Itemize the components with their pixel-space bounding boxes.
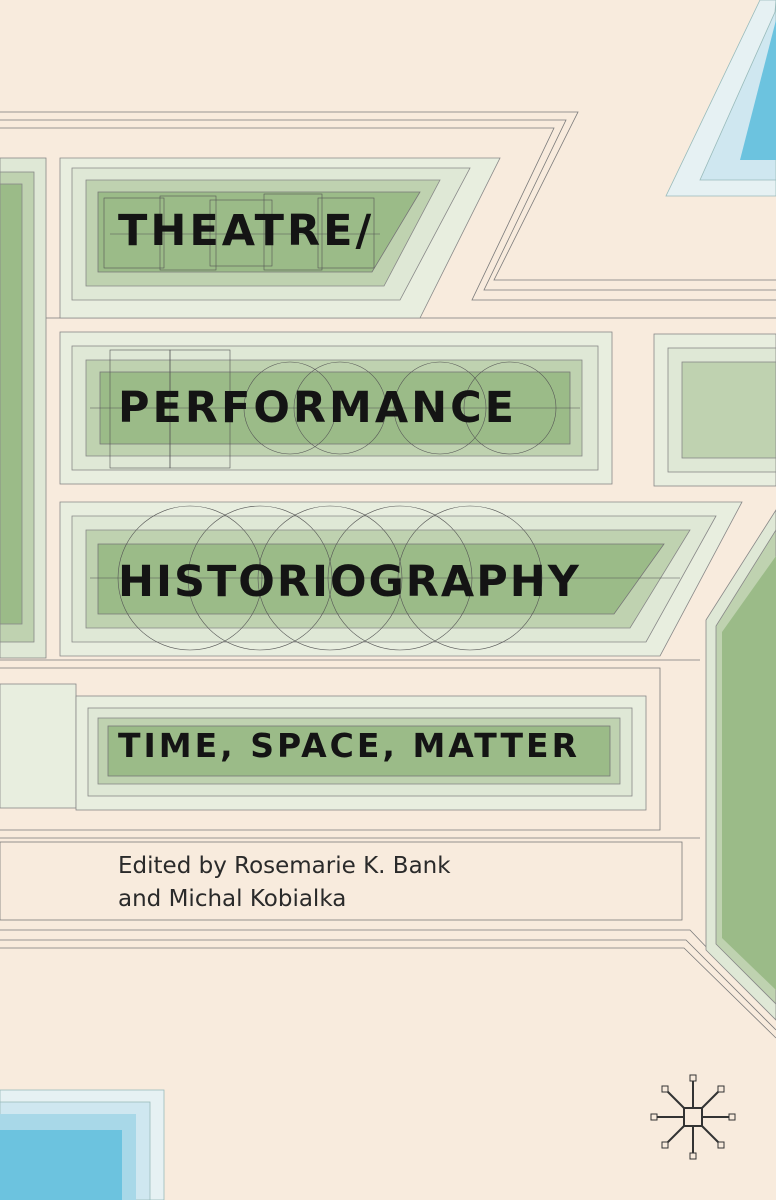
editors: Edited by Rosemarie K. Bank and Michal K…	[118, 850, 451, 916]
title-line-1: THEATRE/	[118, 206, 375, 256]
right-green-hexagon	[705, 509, 776, 1021]
top-right-blue-shape	[665, 0, 776, 197]
palgrave-logo-icon	[650, 1074, 736, 1160]
bottom-left-blue-shape	[0, 1089, 165, 1200]
left-green-strip	[0, 157, 47, 659]
book-cover: THEATRE/ PERFORMANCE HISTORIOGRAPHY TIME…	[0, 0, 776, 1200]
subtitle: TIME, SPACE, MATTER	[118, 726, 580, 765]
title-line-2: PERFORMANCE	[118, 383, 518, 433]
editors-line-1: Edited by Rosemarie K. Bank	[118, 853, 451, 879]
right-green-box	[653, 333, 776, 487]
editors-line-2: and Michal Kobialka	[118, 886, 347, 912]
title-line-3: HISTORIOGRAPHY	[118, 557, 581, 607]
